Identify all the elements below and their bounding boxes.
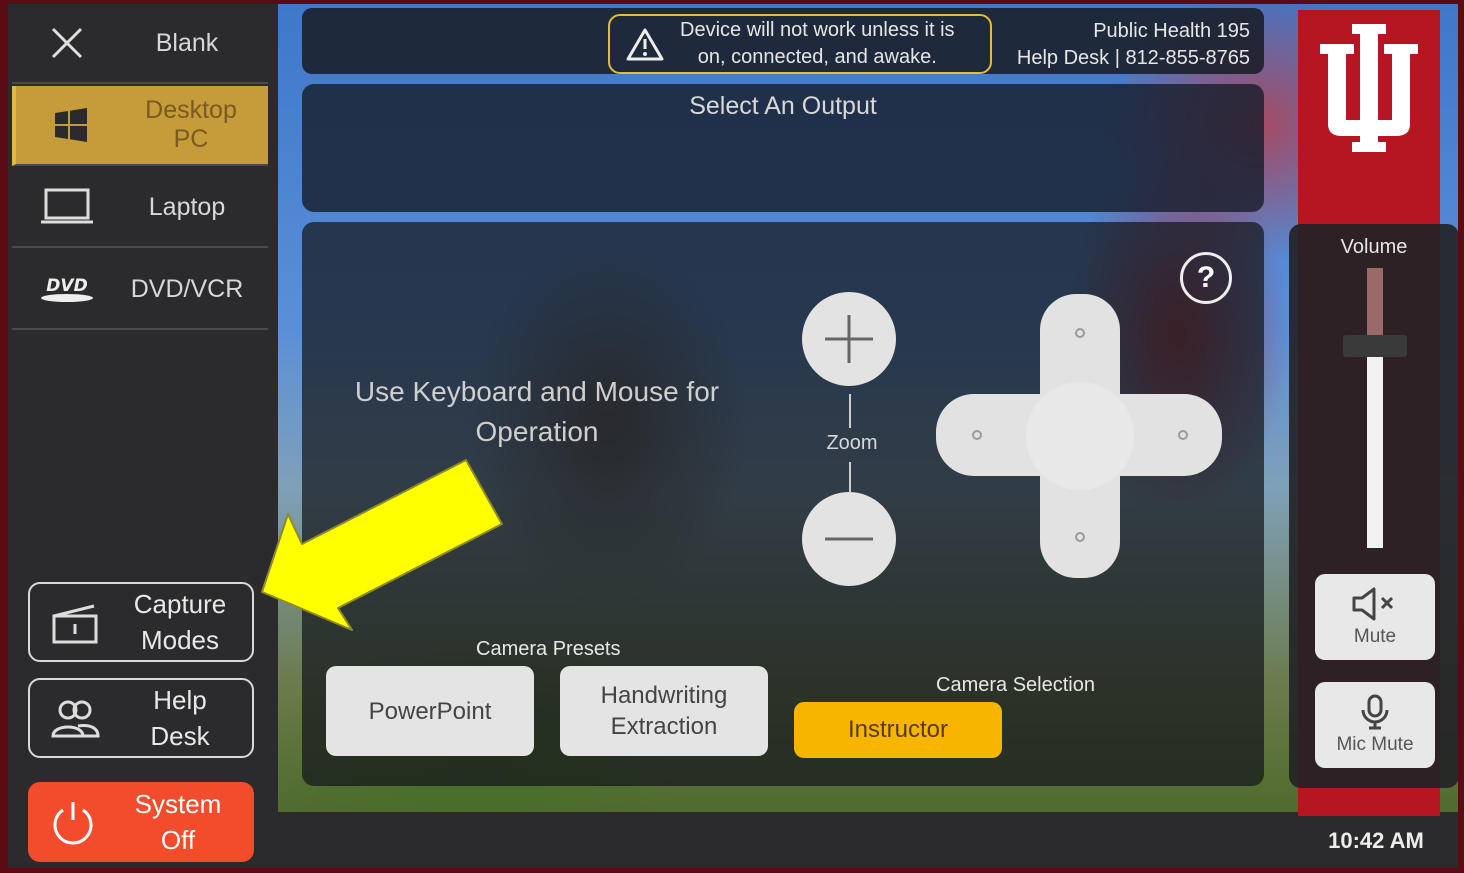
mic-mute-label: Mic Mute: [1336, 734, 1414, 755]
clapperboard-icon: [30, 600, 120, 644]
room-name: Public Health 195: [1093, 20, 1250, 42]
help-question-icon[interactable]: ?: [1180, 252, 1232, 304]
help-desk-button[interactable]: Help Desk: [28, 678, 254, 758]
close-icon: [12, 25, 122, 61]
device-warning: Device will not work unless it is on, co…: [608, 14, 992, 74]
room-info: Public Health 195 Help Desk | 812-855-87…: [1017, 18, 1250, 72]
iu-logo: [1320, 24, 1418, 152]
plus-icon: [825, 315, 873, 363]
camera-selection-label: Camera Selection: [936, 674, 1095, 696]
source-label: Blank: [155, 28, 219, 57]
minus-icon: [825, 537, 873, 541]
dvd-icon: DVD: [12, 274, 122, 304]
system-off-button[interactable]: System Off: [28, 782, 254, 862]
output-title: Select An Output: [689, 92, 877, 120]
microphone-icon: [1361, 694, 1389, 730]
capture-modes-label: Capture Modes: [133, 589, 227, 655]
preset-handwriting-button[interactable]: Handwriting Extraction: [560, 666, 768, 756]
mute-button[interactable]: Mute: [1315, 574, 1435, 660]
volume-panel: Volume Mute Mic Mute: [1289, 224, 1458, 788]
help-desk-label: Help Desk: [150, 685, 210, 751]
warning-text: Device will not work unless it is on, co…: [680, 19, 955, 68]
zoom-label: Zoom: [826, 432, 878, 454]
preset-powerpoint-button[interactable]: PowerPoint: [326, 666, 534, 756]
pan-left-button[interactable]: [972, 430, 982, 440]
keyboard-mouse-message: Use Keyboard and Mouse for Operation: [354, 376, 720, 447]
source-desktop-pc[interactable]: Desktop PC: [12, 86, 268, 166]
source-sidebar: Blank Desktop PC Laptop DVD DVD/VCR Capt…: [8, 4, 270, 868]
annotation-arrow: [261, 459, 503, 631]
windows-icon: [16, 107, 126, 143]
camera-presets-label: Camera Presets: [476, 638, 621, 660]
power-icon: [28, 798, 118, 846]
output-panel: Select An Output: [302, 84, 1264, 212]
mute-label: Mute: [1353, 626, 1397, 647]
volume-label: Volume: [1340, 236, 1408, 258]
zoom-out-button[interactable]: [802, 492, 896, 586]
volume-slider-fill: [1367, 346, 1383, 548]
system-off-label: System Off: [134, 789, 222, 855]
tilt-down-button[interactable]: [1075, 532, 1085, 542]
pan-tilt-center: [1026, 382, 1134, 490]
zoom-connector: [849, 394, 851, 428]
pan-right-button[interactable]: [1178, 430, 1188, 440]
source-blank[interactable]: Blank: [12, 4, 268, 84]
mic-mute-button[interactable]: Mic Mute: [1315, 682, 1435, 768]
camera-instructor-button[interactable]: Instructor: [794, 702, 1002, 758]
touch-panel-frame: Blank Desktop PC Laptop DVD DVD/VCR Capt…: [8, 4, 1458, 868]
source-laptop[interactable]: Laptop: [12, 168, 268, 248]
clock: 10:42 AM: [1328, 828, 1424, 853]
svg-text:DVD: DVD: [46, 276, 87, 296]
header-bar: Device will not work unless it is on, co…: [302, 8, 1264, 74]
source-label: DVD/VCR: [130, 274, 244, 303]
source-dvd-vcr[interactable]: DVD DVD/VCR: [12, 250, 268, 330]
zoom-connector: [849, 462, 851, 492]
source-label: Desktop PC: [145, 96, 237, 153]
capture-modes-button[interactable]: Capture Modes: [28, 582, 254, 662]
zoom-in-button[interactable]: [802, 292, 896, 386]
helpdesk-phone: Help Desk | 812-855-8765: [1016, 47, 1250, 69]
volume-slider-track[interactable]: [1367, 268, 1383, 548]
source-label: Laptop: [148, 192, 226, 221]
warning-icon: [610, 27, 680, 61]
users-icon: [30, 696, 120, 740]
status-bar: [278, 812, 1458, 868]
volume-slider-handle[interactable]: [1343, 335, 1407, 358]
tilt-up-button[interactable]: [1075, 328, 1085, 338]
speaker-mute-icon: [1352, 587, 1394, 621]
laptop-icon: [12, 188, 122, 226]
